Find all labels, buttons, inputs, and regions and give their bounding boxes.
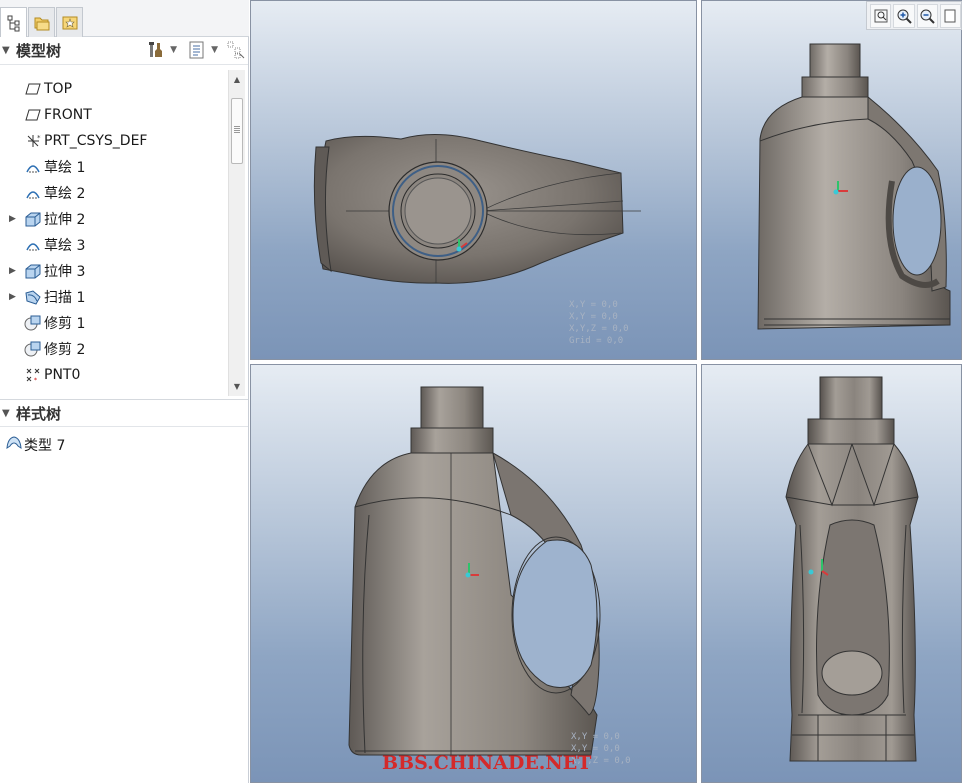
tree-item-trim-2[interactable]: 修剪 2 [0,337,228,361]
model-tree-tools: ▼ ▼ [146,40,246,60]
collapse-triangle-icon[interactable]: ▼ [2,408,16,419]
tree-item-top[interactable]: TOP [0,77,228,101]
bottle-top-view [313,134,641,284]
model-tree-icon [7,15,19,32]
repaint-button[interactable] [939,3,961,28]
trim-icon [24,314,42,332]
style-type-icon [5,435,23,455]
tree-item-extrude-2[interactable]: ▶ 拉伸 2 [0,207,228,231]
bottle-side-view [785,376,919,762]
expand-arrow-icon[interactable]: ▶ [9,292,16,302]
model-tree-scrollbar[interactable]: ▲ ▼ [228,70,245,396]
tree-item-sweep-1[interactable]: ▶ 扫描 1 [0,285,228,309]
show-dropdown-icon[interactable]: ▼ [211,45,218,55]
tab-favorites[interactable] [56,7,83,37]
zoom-out-button[interactable] [916,3,938,28]
filter-tree-icon[interactable] [226,40,246,60]
tree-item-sketch-2[interactable]: 草绘 2 [0,181,228,205]
tree-item-extrude-3[interactable]: ▶ 拉伸 3 [0,259,228,283]
refit-button[interactable] [870,3,892,28]
style-tree-title: 样式树 [16,404,62,423]
zoom-out-icon [920,9,935,24]
tab-folder-browser[interactable] [28,7,55,37]
tree-item-label: 修剪 2 [44,342,86,358]
navigator-tabstrip [0,0,249,38]
tree-item-partial[interactable] [0,389,228,396]
style-tree-item-type-7[interactable]: 类型 7 [0,433,228,457]
show-list-icon[interactable] [187,40,207,60]
viewport-right-view[interactable] [701,0,962,360]
tree-item-trim-1[interactable]: 修剪 1 [0,311,228,335]
collapse-triangle-icon[interactable]: ▼ [2,45,16,56]
refit-icon [874,9,888,22]
coordinate-system-icon: * [24,132,42,150]
tree-item-label: 草绘 3 [44,238,86,254]
datum-plane-icon [24,80,42,98]
model-tree-list: TOP FRONT * PRT_CSYS_DEF 草绘 1 草绘 2 ▶ 拉伸 … [0,76,228,396]
tree-item-pnt0[interactable]: * PNT0 [0,363,228,387]
bottle-front-view [348,386,601,756]
expand-arrow-icon[interactable]: ▶ [9,214,16,224]
tree-item-label: TOP [44,81,73,97]
sketch-icon [24,158,42,176]
trim-icon [24,340,42,358]
viewport-side-view[interactable] [701,364,962,783]
watermark-text: BBS.CHINADE.NET [382,752,592,774]
scrollbar-thumb[interactable] [231,98,243,164]
datum-point-icon: * [24,366,42,384]
tree-item-label: 草绘 1 [44,160,86,176]
sketch-icon [24,184,42,202]
tree-item-label: 修剪 1 [44,316,86,332]
style-tree-header[interactable]: ▼ 样式树 [0,399,248,427]
scroll-down-arrow-icon[interactable]: ▼ [229,378,245,394]
viewport-front-view[interactable]: X,Y = 0,0 X,Y = 0,0 X,Y,Z = 0,0 [250,364,697,783]
tree-item-label: 类型 7 [24,438,66,454]
tree-item-label: 拉伸 3 [44,264,86,280]
repaint-icon [944,9,956,22]
tree-item-label: PRT_CSYS_DEF [44,133,148,149]
zoom-in-button[interactable] [893,3,915,28]
viewport-top-view[interactable]: X,Y = 0,0 X,Y = 0,0 X,Y,Z = 0,0 Grid = 0… [250,0,697,360]
sketch-icon [24,236,42,254]
tab-model-tree[interactable] [0,7,27,38]
datum-plane-icon [24,106,42,124]
extrude-icon [24,210,42,228]
tree-item-label: 拉伸 2 [44,212,86,228]
tree-item-label: PNT0 [44,367,81,383]
favorites-icon [62,16,77,29]
tree-item-label: 草绘 2 [44,186,86,202]
settings-dropdown-icon[interactable]: ▼ [170,45,177,55]
tree-item-front[interactable]: FRONT [0,103,228,127]
tree-item-prt-csys-def[interactable]: * PRT_CSYS_DEF [0,129,228,153]
partial-item-icon [24,392,42,396]
svg-text:*: * [37,134,41,142]
scroll-up-arrow-icon[interactable]: ▲ [229,71,245,87]
svg-text:*: * [34,377,37,383]
zoom-in-icon [897,9,912,24]
settings-tools-icon[interactable] [146,40,166,60]
model-tree-title: 模型树 [16,42,62,60]
extrude-icon [24,262,42,280]
tree-item-sketch-3[interactable]: 草绘 3 [0,233,228,257]
bottle-right-view [757,43,951,330]
tree-item-sketch-1[interactable]: 草绘 1 [0,155,228,179]
folder-icon [34,17,49,30]
model-tree-header[interactable]: ▼ 模型树 ▼ ▼ [0,37,248,65]
expand-arrow-icon[interactable]: ▶ [9,266,16,276]
sweep-icon [24,288,42,306]
coordinate-readout: X,Y = 0,0 X,Y = 0,0 X,Y,Z = 0,0 Grid = 0… [569,300,629,346]
navigator-panel: ▼ 模型树 ▼ ▼ TOP FRONT * PRT_CSYS_DEF 草绘 1 … [0,0,249,783]
view-toolbar [866,1,962,30]
tree-item-label: FRONT [44,107,92,123]
tree-item-label: 扫描 1 [44,290,86,306]
